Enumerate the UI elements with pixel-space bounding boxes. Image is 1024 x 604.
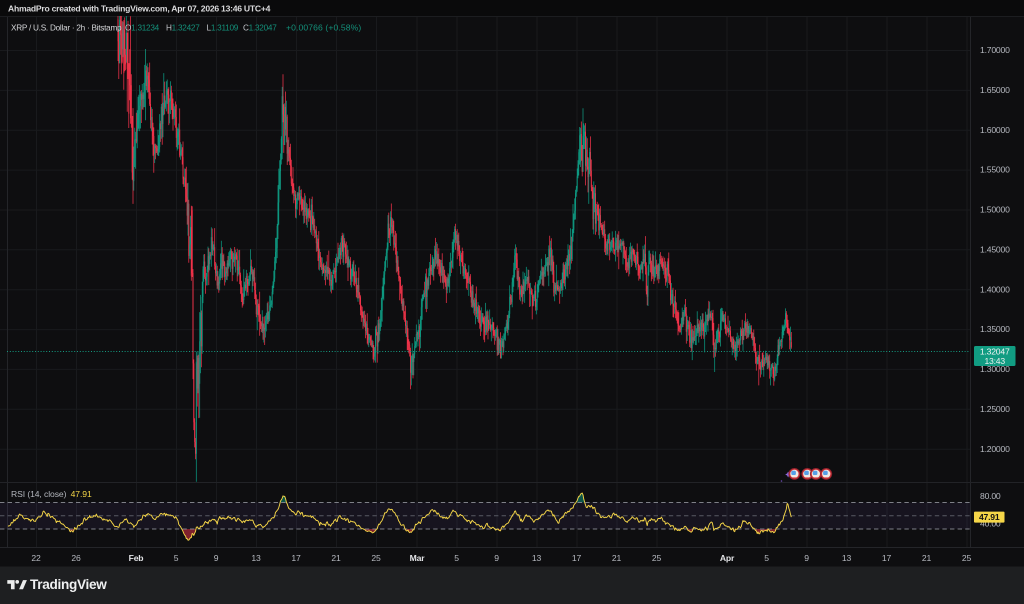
svg-text:26: 26: [71, 553, 81, 563]
svg-text:9: 9: [214, 553, 219, 563]
svg-text:13: 13: [532, 553, 542, 563]
svg-text:80.00: 80.00: [980, 491, 1001, 501]
svg-text:21: 21: [612, 553, 622, 563]
svg-text:1.60000: 1.60000: [980, 125, 1010, 135]
svg-text:13:43: 13:43: [984, 356, 1005, 366]
svg-text:1.65000: 1.65000: [980, 85, 1010, 95]
svg-text:25: 25: [652, 553, 662, 563]
svg-text:C1.32047: C1.32047: [243, 23, 277, 32]
svg-text:5: 5: [174, 553, 179, 563]
svg-text:25: 25: [962, 553, 972, 563]
svg-text:5: 5: [764, 553, 769, 563]
svg-text:L1.31109: L1.31109: [207, 23, 239, 32]
svg-text:1.70000: 1.70000: [980, 45, 1010, 55]
svg-text:+0.00766 (+0.58%): +0.00766 (+0.58%): [286, 22, 361, 32]
svg-text:5: 5: [454, 553, 459, 563]
svg-text:1.25000: 1.25000: [980, 404, 1010, 414]
svg-text:9: 9: [804, 553, 809, 563]
svg-text:Apr: Apr: [720, 553, 735, 563]
svg-text:1.55000: 1.55000: [980, 165, 1010, 175]
svg-text:21: 21: [331, 553, 341, 563]
svg-text:9: 9: [494, 553, 499, 563]
svg-text:Feb: Feb: [129, 553, 144, 563]
svg-text:1.50000: 1.50000: [980, 205, 1010, 215]
svg-text:1.40000: 1.40000: [980, 284, 1010, 294]
svg-text:AhmadPro created with TradingV: AhmadPro created with TradingView.com, A…: [8, 3, 271, 13]
svg-text:17: 17: [291, 553, 301, 563]
svg-text:Mar: Mar: [410, 553, 426, 563]
svg-text:17: 17: [882, 553, 892, 563]
svg-text:47.91: 47.91: [979, 512, 1000, 522]
svg-text:TradingView: TradingView: [30, 577, 107, 592]
svg-text:RSI (14, close) 47.91: RSI (14, close) 47.91: [11, 489, 92, 499]
svg-text:17: 17: [572, 553, 582, 563]
svg-text:21: 21: [922, 553, 932, 563]
svg-text:H1.32427: H1.32427: [166, 23, 200, 32]
svg-text:25: 25: [371, 553, 381, 563]
svg-text:1.35000: 1.35000: [980, 324, 1010, 334]
svg-text:XRP / U.S. Dollar · 2h · Bitst: XRP / U.S. Dollar · 2h · Bitstamp: [11, 23, 122, 32]
svg-text:22: 22: [31, 553, 41, 563]
svg-text:O1.31234: O1.31234: [125, 23, 160, 32]
svg-text:13: 13: [842, 553, 852, 563]
svg-text:1.20000: 1.20000: [980, 444, 1010, 454]
svg-text:1.45000: 1.45000: [980, 244, 1010, 254]
svg-text:13: 13: [251, 553, 261, 563]
